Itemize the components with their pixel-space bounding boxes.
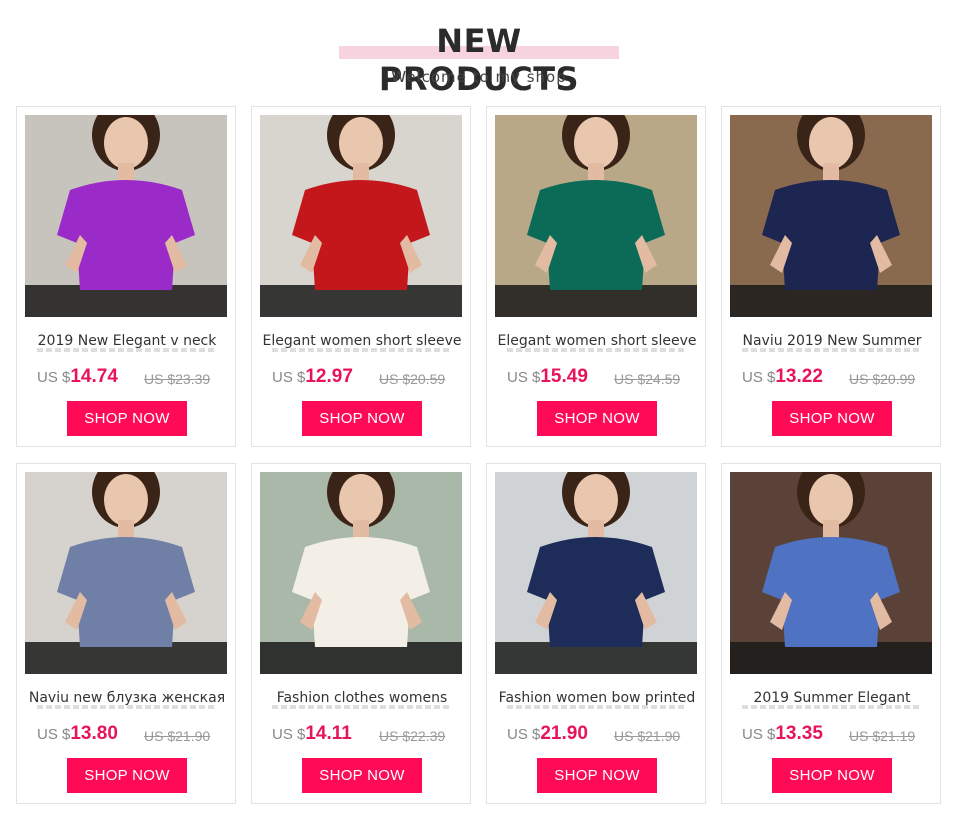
- product-image[interactable]: [25, 472, 227, 674]
- product-card[interactable]: Fashion women bow printed US $21.90 US $21…: [486, 463, 706, 804]
- price-currency: US $: [37, 369, 71, 386]
- product-card[interactable]: 2019 Summer Elegant US $13.35 US $21.19 SHO…: [721, 463, 941, 804]
- section-header: NEW PRODUCTS Welcome to my shop: [0, 0, 958, 100]
- shop-now-button[interactable]: SHOP NOW: [772, 401, 892, 436]
- shop-now-button[interactable]: SHOP NOW: [67, 758, 187, 793]
- original-price: US $23.39: [144, 371, 211, 387]
- price-currency: US $: [37, 726, 71, 743]
- sale-price: 14.11: [305, 723, 352, 744]
- price-currency: US $: [742, 369, 776, 386]
- product-name-overflow: [272, 705, 452, 709]
- original-price: US $20.99: [849, 371, 916, 387]
- product-card[interactable]: Elegant women short sleeve US $12.97 US $2…: [251, 106, 471, 447]
- sale-price: 15.49: [540, 366, 588, 387]
- product-image[interactable]: [495, 472, 697, 674]
- shop-now-button[interactable]: SHOP NOW: [537, 401, 657, 436]
- original-price: US $22.39: [379, 728, 446, 744]
- price-currency: US $: [272, 369, 306, 386]
- product-image[interactable]: [260, 472, 462, 674]
- product-name-overflow: [507, 348, 687, 352]
- shop-now-button[interactable]: SHOP NOW: [537, 758, 657, 793]
- sale-price: 21.90: [540, 723, 588, 744]
- page-title: NEW PRODUCTS: [378, 22, 580, 98]
- original-price: US $24.59: [614, 371, 681, 387]
- price-row: US $12.97 US $20.59: [272, 366, 462, 392]
- product-name-overflow: [507, 705, 687, 709]
- product-image[interactable]: [730, 472, 932, 674]
- product-card[interactable]: Fashion clothes womens US $14.11 US $22.39…: [251, 463, 471, 804]
- product-name-overflow: [37, 348, 217, 352]
- price-currency: US $: [272, 726, 306, 743]
- product-image[interactable]: [495, 115, 697, 317]
- sale-price: 12.97: [305, 366, 353, 387]
- sale-price: 14.74: [70, 366, 118, 387]
- product-card[interactable]: 2019 New Elegant v neck US $14.74 US $23.3…: [16, 106, 236, 447]
- product-image[interactable]: [730, 115, 932, 317]
- original-price: US $21.19: [849, 728, 916, 744]
- product-name-overflow: [742, 348, 922, 352]
- shop-now-button[interactable]: SHOP NOW: [302, 401, 422, 436]
- shop-now-button[interactable]: SHOP NOW: [302, 758, 422, 793]
- original-price: US $21.90: [144, 728, 211, 744]
- shop-now-button[interactable]: SHOP NOW: [67, 401, 187, 436]
- sale-price: 13.80: [70, 723, 118, 744]
- product-name-overflow: [272, 348, 452, 352]
- price-row: US $13.35 US $21.19: [742, 723, 932, 749]
- product-image[interactable]: [25, 115, 227, 317]
- price-currency: US $: [507, 726, 541, 743]
- price-row: US $14.11 US $22.39: [272, 723, 462, 749]
- product-name-overflow: [37, 705, 217, 709]
- price-currency: US $: [507, 369, 541, 386]
- title-wrap: NEW PRODUCTS: [339, 22, 619, 98]
- product-card[interactable]: Naviu 2019 New Summer US $13.22 US $20.99 S…: [721, 106, 941, 447]
- product-name-overflow: [742, 705, 922, 709]
- price-row: US $13.22 US $20.99: [742, 366, 932, 392]
- price-row: US $14.74 US $23.39: [37, 366, 227, 392]
- product-card[interactable]: Naviu new блузка женская US $13.80 US $21.…: [16, 463, 236, 804]
- product-image[interactable]: [260, 115, 462, 317]
- product-card[interactable]: Elegant women short sleeve US $15.49 US $2…: [486, 106, 706, 447]
- price-row: US $21.90 US $21.90: [507, 723, 697, 749]
- shop-now-button[interactable]: SHOP NOW: [772, 758, 892, 793]
- price-row: US $15.49 US $24.59: [507, 366, 697, 392]
- sale-price: 13.35: [775, 723, 823, 744]
- original-price: US $21.90: [614, 728, 681, 744]
- price-row: US $13.80 US $21.90: [37, 723, 227, 749]
- page-subtitle: Welcome to my shop: [391, 68, 567, 86]
- price-currency: US $: [742, 726, 776, 743]
- original-price: US $20.59: [379, 371, 446, 387]
- sale-price: 13.22: [775, 366, 823, 387]
